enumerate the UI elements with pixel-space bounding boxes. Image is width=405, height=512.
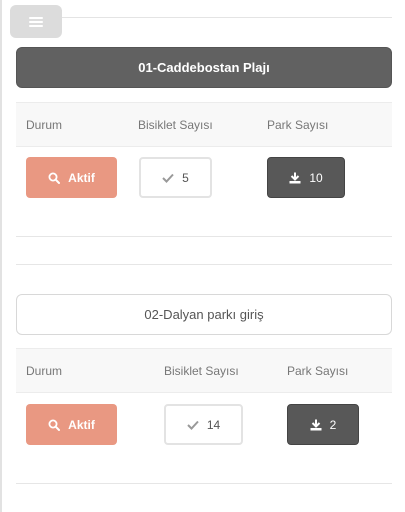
header-bike-count: Bisiklet Sayısı: [138, 118, 213, 132]
park-count-button[interactable]: 2: [287, 404, 359, 445]
park-count-value: 10: [309, 170, 323, 185]
station-title-text: 02-Dalyan parkı giriş: [144, 307, 264, 322]
menu-button[interactable]: [10, 5, 62, 38]
status-button[interactable]: Aktif: [26, 404, 117, 445]
page-left-border: [0, 0, 2, 512]
station-table-header: Durum Bisiklet Sayısı Park Sayısı: [16, 348, 392, 393]
status-button[interactable]: Aktif: [26, 157, 117, 198]
station-divider: [16, 483, 392, 484]
header-park-count: Park Sayısı: [287, 364, 349, 378]
park-count-button[interactable]: 10: [267, 157, 345, 198]
status-label: Aktif: [68, 417, 95, 432]
bike-count-button[interactable]: 14: [164, 404, 243, 445]
hamburger-icon: [29, 16, 43, 27]
top-divider: [62, 17, 392, 18]
bike-count-button[interactable]: 5: [139, 157, 212, 198]
check-icon: [162, 173, 174, 183]
station-title[interactable]: 02-Dalyan parkı giriş: [16, 294, 392, 335]
station-title[interactable]: 01-Caddebostan Plajı: [16, 47, 392, 88]
search-icon: [48, 419, 61, 431]
station-title-text: 01-Caddebostan Plajı: [138, 60, 270, 75]
bike-count-value: 14: [206, 417, 221, 432]
header-status: Durum: [26, 118, 63, 132]
header-park-count: Park Sayısı: [267, 118, 329, 132]
download-icon: [310, 419, 322, 431]
header-status: Durum: [26, 364, 63, 378]
station-divider: [16, 264, 392, 265]
station-divider: [16, 236, 392, 237]
check-icon: [187, 420, 199, 430]
download-icon: [289, 172, 301, 184]
park-count-value: 2: [329, 417, 337, 432]
search-icon: [48, 172, 61, 184]
station-table-header: Durum Bisiklet Sayısı Park Sayısı: [16, 102, 392, 147]
status-label: Aktif: [68, 170, 95, 185]
header-bike-count: Bisiklet Sayısı: [164, 364, 239, 378]
bike-count-value: 5: [182, 170, 189, 185]
